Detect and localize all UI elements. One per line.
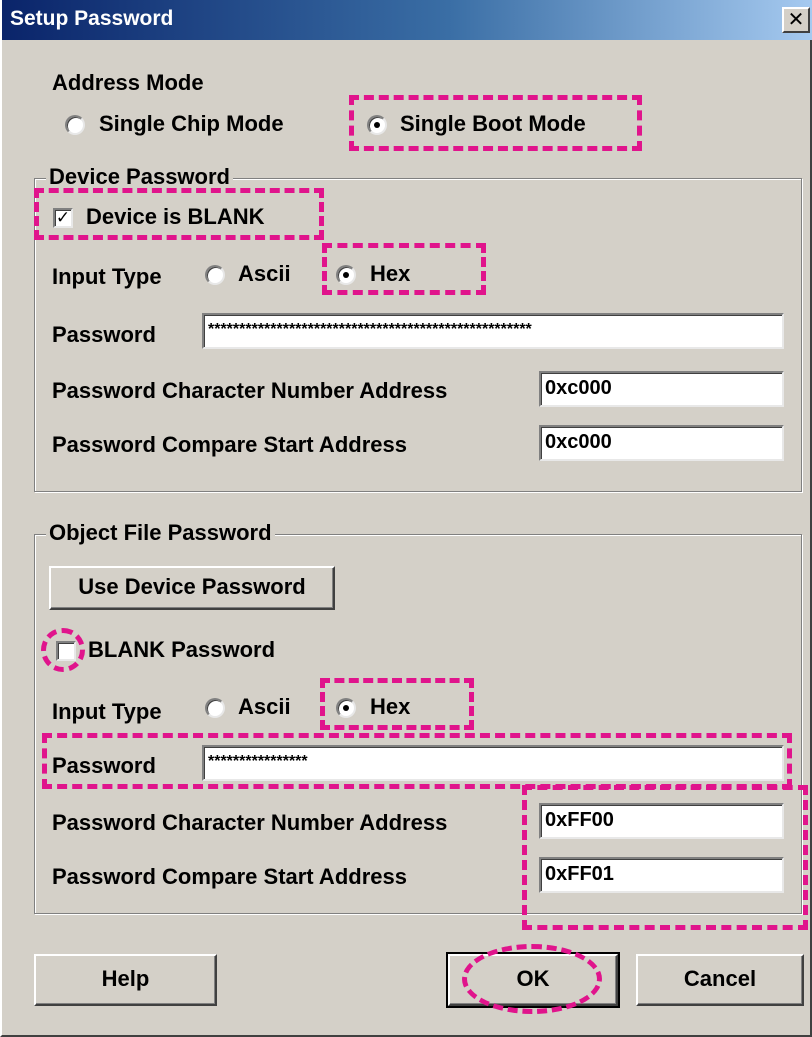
object-char-number-address-input[interactable]: 0xFF00 [539, 803, 784, 839]
device-is-blank-label[interactable]: Device is BLANK [86, 204, 265, 230]
device-input-hex-label[interactable]: Hex [370, 261, 410, 287]
close-icon: ✕ [787, 9, 805, 31]
use-device-password-button[interactable]: Use Device Password [49, 566, 335, 610]
single-chip-mode-label[interactable]: Single Chip Mode [99, 111, 284, 137]
single-chip-mode-radio[interactable] [65, 115, 85, 135]
object-password-input[interactable]: **************** [202, 745, 784, 781]
device-password-label: Password [52, 322, 156, 347]
checkmark-icon: ✓ [55, 208, 71, 227]
device-char-number-address-label: Password Character Number Address [52, 378, 448, 403]
device-password-input[interactable]: ****************************************… [202, 313, 784, 349]
object-char-number-address-label: Password Character Number Address [52, 810, 448, 835]
device-input-ascii-radio[interactable] [205, 265, 225, 285]
cancel-button[interactable]: Cancel [636, 954, 804, 1006]
object-input-type-label: Input Type [52, 699, 162, 724]
radio-selected-dot [374, 122, 380, 128]
device-password-group-label: Device Password [46, 164, 233, 190]
object-compare-start-address-label: Password Compare Start Address [52, 864, 407, 889]
object-input-hex-label[interactable]: Hex [370, 694, 410, 720]
address-mode-label: Address Mode [52, 70, 204, 95]
object-input-ascii-radio[interactable] [205, 698, 225, 718]
single-boot-mode-radio[interactable] [367, 115, 387, 135]
device-input-ascii-label[interactable]: Ascii [238, 261, 291, 287]
object-password-label: Password [52, 753, 156, 778]
device-compare-start-address-label: Password Compare Start Address [52, 432, 407, 457]
setup-password-dialog: Setup Password ✕ Address Mode Single Chi… [0, 0, 812, 1037]
radio-selected-dot [343, 705, 349, 711]
object-input-ascii-label[interactable]: Ascii [238, 694, 291, 720]
object-input-hex-radio[interactable] [336, 698, 356, 718]
blank-password-label[interactable]: BLANK Password [88, 637, 275, 663]
blank-password-checkbox[interactable] [56, 641, 76, 661]
device-input-type-label: Input Type [52, 264, 162, 289]
ok-button[interactable]: OK [446, 952, 620, 1008]
radio-selected-dot [343, 272, 349, 278]
device-compare-start-address-input[interactable]: 0xc000 [539, 425, 784, 461]
title-bar: Setup Password ✕ [2, 0, 812, 40]
window-title: Setup Password [10, 7, 174, 30]
close-button[interactable]: ✕ [782, 7, 810, 33]
object-compare-start-address-input[interactable]: 0xFF01 [539, 857, 784, 893]
device-char-number-address-input[interactable]: 0xc000 [539, 371, 784, 407]
single-boot-mode-label[interactable]: Single Boot Mode [400, 111, 586, 137]
help-button[interactable]: Help [34, 954, 217, 1006]
device-is-blank-checkbox[interactable]: ✓ [53, 208, 73, 228]
object-file-password-group-label: Object File Password [46, 520, 275, 546]
device-input-hex-radio[interactable] [336, 265, 356, 285]
